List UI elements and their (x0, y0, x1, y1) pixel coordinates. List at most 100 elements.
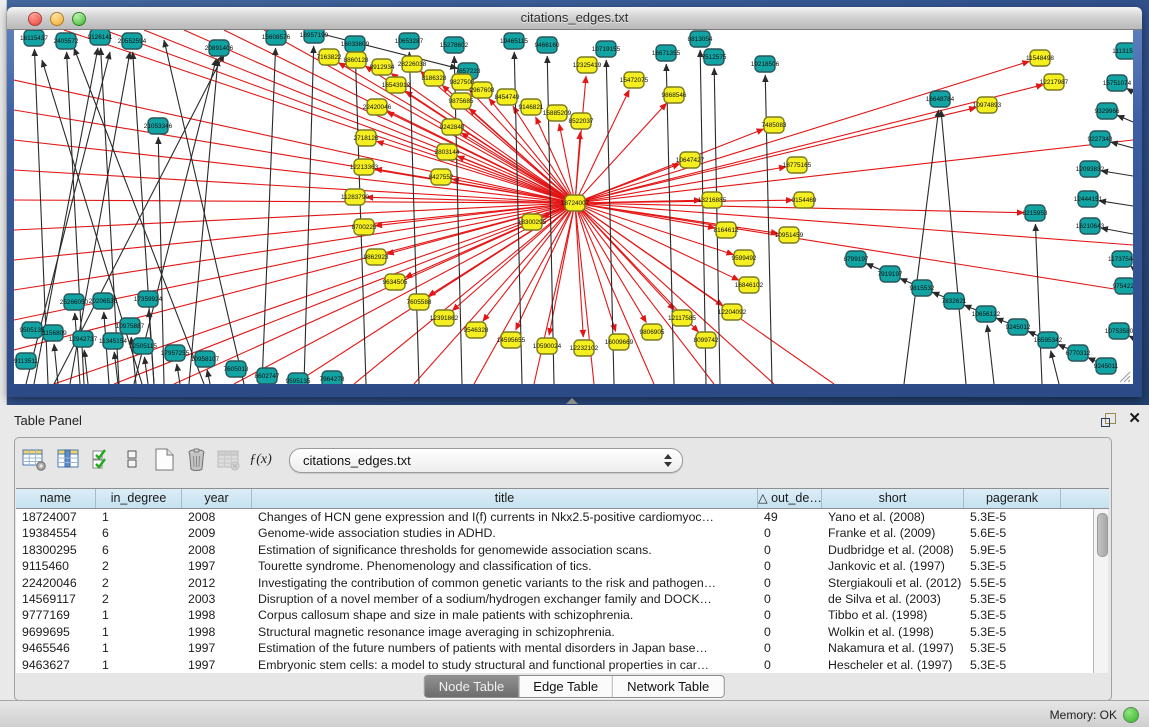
graph-node-label: 12204092 (718, 309, 747, 316)
graph-node-label: 9546328 (464, 327, 489, 334)
table-row[interactable]: 946554611997Estimation of the future num… (16, 640, 1093, 656)
graph-node-label: 9862923 (364, 254, 389, 261)
table-row[interactable]: 969969511998Structural magnetic resonanc… (16, 624, 1093, 640)
graph-node-label: 12942737 (69, 336, 98, 343)
row-height-icon[interactable] (119, 446, 146, 473)
graph-edge (575, 203, 739, 280)
table-cell: 1997 (182, 558, 252, 574)
status-bar: Memory: OK (0, 700, 1149, 727)
network-canvas[interactable]: 1611543724055729126141205525942089140615… (14, 30, 1133, 384)
graph-node-label: 8099742 (694, 337, 719, 344)
graph-node-label: 7605013 (224, 366, 249, 373)
table-cell: 22420046 (16, 575, 96, 591)
table-cell: Jankovic et al. (1997) (822, 558, 964, 574)
graph-node-label: 2405572 (54, 38, 79, 45)
table-cell: 5.6E-5 (964, 525, 1061, 541)
column-header[interactable]: pagerank (964, 489, 1061, 508)
column-header[interactable]: year (182, 489, 252, 508)
function-builder-icon[interactable]: ƒ(x) (247, 446, 274, 473)
network-window: citations_edges.txt 16115437240557291261… (7, 7, 1142, 397)
table-cell: Genome-wide association studies in ADHD. (252, 525, 758, 541)
table-cell: 2009 (182, 525, 252, 541)
graph-node-label: 12325419 (573, 62, 602, 69)
graph-node-label: 9815532 (910, 285, 935, 292)
network-graph[interactable]: 1611543724055729126141205525942089140615… (14, 30, 1133, 384)
memory-ok-indicator-icon[interactable] (1123, 707, 1139, 723)
table-cell: 5.3E-5 (964, 640, 1061, 656)
tab-node-table[interactable]: Node Table (425, 676, 519, 697)
table-cell: 9115460 (16, 558, 96, 574)
table-cell: 9463627 (16, 657, 96, 673)
column-header[interactable]: title (252, 489, 758, 508)
table-cell: Corpus callosum shape and size in male p… (252, 607, 758, 623)
graph-node-label: 9245011 (1094, 363, 1119, 370)
graph-node-label: 9146821 (519, 104, 544, 111)
column-header[interactable]: name (16, 489, 96, 508)
table-mode-settings-icon[interactable] (21, 446, 48, 473)
table-cell: 1 (96, 607, 182, 623)
graph-node-label: 9113511 (14, 358, 38, 365)
table-cell: Estimation of the future numbers of pati… (252, 640, 758, 656)
table-cell: Nakamura et al. (1997) (822, 640, 964, 656)
graph-node-label: 20206536 (89, 298, 118, 305)
column-header[interactable]: in_degree (96, 489, 182, 508)
graph-node-label: 9595135 (286, 378, 311, 384)
table-row[interactable]: 2242004622012Investigating the contribut… (16, 575, 1093, 591)
float-panel-icon[interactable] (1101, 412, 1117, 428)
table-cell: 0 (758, 575, 822, 591)
table-selector-dropdown[interactable]: citations_edges.txt (289, 448, 683, 473)
graph-node-label: 2718126 (354, 135, 379, 142)
graph-node-label: 9827508 (450, 79, 475, 86)
table-row[interactable]: 1938455462009Genome-wide association stu… (16, 525, 1093, 541)
resize-grip-icon[interactable] (1120, 372, 1130, 382)
table-row[interactable]: 977716911998Corpus callosum shape and si… (16, 607, 1093, 623)
graph-node-label: 9868546 (662, 92, 687, 99)
tab-edge-table[interactable]: Edge Table (518, 676, 612, 697)
table-cell: 14569117 (16, 591, 96, 607)
close-panel-icon[interactable]: ✕ (1128, 411, 1141, 427)
table-row[interactable]: 1456911722003Disruption of a novel membe… (16, 591, 1093, 607)
table-cell: 5.3E-5 (964, 624, 1061, 640)
graph-node-label: 12505115 (129, 343, 157, 350)
column-header[interactable]: △ out_de… (758, 489, 822, 508)
column-header[interactable]: short (822, 489, 964, 508)
table-row[interactable]: 946362711997Embryonic stem cells: a mode… (16, 657, 1093, 673)
tab-network-table[interactable]: Network Table (612, 676, 723, 697)
import-table-disabled-icon (215, 446, 242, 473)
graph-node-label: 9329966 (1095, 108, 1120, 115)
table-cell: 0 (758, 607, 822, 623)
select-all-rows-icon[interactable] (89, 446, 116, 473)
table-type-tabs: Node Table Edge Table Network Table (424, 675, 725, 698)
table-cell: 9699695 (16, 624, 96, 640)
table-scrollbar[interactable] (1093, 509, 1108, 673)
table-row[interactable]: 911546021997Tourette syndrome. Phenomeno… (16, 558, 1093, 574)
graph-node-label: 10974893 (973, 102, 1002, 109)
split-divider-grip[interactable] (566, 398, 578, 404)
table-cell: 2003 (182, 591, 252, 607)
graph-node-label: 7832621 (942, 298, 967, 305)
graph-edge (74, 48, 204, 384)
graph-node-label: 9875685 (449, 98, 474, 105)
graph-node-label: 8164612 (714, 227, 739, 234)
table-row[interactable]: 1830029562008Estimation of significance … (16, 542, 1093, 558)
table-selector-value: citations_edges.txt (303, 453, 411, 468)
table-cell: Dudbridge et al. (2008) (822, 542, 964, 558)
scrollbar-thumb[interactable] (1097, 513, 1108, 557)
table-cell: 0 (758, 624, 822, 640)
delete-table-icon[interactable] (183, 446, 210, 473)
graph-node-label: 15472075 (620, 77, 649, 84)
table-cell: 2012 (182, 575, 252, 591)
table-cell: 0 (758, 640, 822, 656)
table-cell: 5.3E-5 (964, 558, 1061, 574)
table-cell: 18724007 (16, 509, 96, 525)
table-cell: 1997 (182, 640, 252, 656)
window-titlebar[interactable]: citations_edges.txt (7, 7, 1142, 30)
graph-node-label: 10975887 (116, 323, 145, 330)
table-cell: 0 (758, 591, 822, 607)
create-table-icon[interactable] (151, 446, 178, 473)
graph-node-label: 10719155 (592, 46, 621, 53)
show-columns-icon[interactable] (55, 446, 82, 473)
graph-edge (1127, 88, 1133, 92)
table-row[interactable]: 1872400712008Changes of HCN gene express… (16, 509, 1093, 525)
graph-edge (262, 48, 276, 384)
